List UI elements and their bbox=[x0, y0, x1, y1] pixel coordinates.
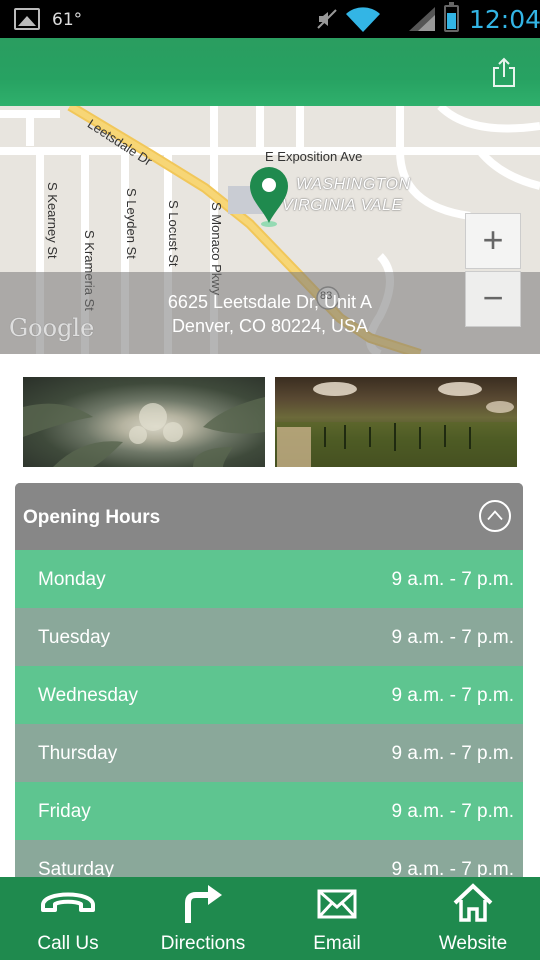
photo-plant-closeup[interactable] bbox=[23, 377, 265, 467]
battery-icon bbox=[444, 2, 459, 32]
collapse-chevron-icon[interactable] bbox=[479, 500, 511, 532]
hours-row-monday: Monday 9 a.m. - 7 p.m. bbox=[15, 550, 523, 608]
day-label: Thursday bbox=[38, 743, 118, 764]
screen: 61° 12:04 Leetsdale Dr E Exposition Ave … bbox=[0, 0, 540, 960]
call-us-label: Call Us bbox=[37, 933, 99, 954]
area-label-virginia-vale: VIRGINIA VALE bbox=[282, 197, 403, 214]
hours-row-wednesday: Wednesday 9 a.m. - 7 p.m. bbox=[15, 666, 523, 724]
zoom-out-button[interactable]: − bbox=[465, 271, 521, 327]
phone-icon bbox=[41, 892, 95, 912]
website-button[interactable]: Website bbox=[428, 877, 518, 960]
image-icon bbox=[14, 8, 40, 30]
time-label: 9 a.m. - 7 p.m. bbox=[391, 743, 514, 764]
envelope-icon bbox=[317, 889, 357, 919]
status-bar: 61° 12:04 bbox=[0, 0, 540, 38]
street-label-kearney: S Kearney St bbox=[45, 182, 60, 259]
street-label-locust: S Locust St bbox=[166, 200, 181, 267]
email-button[interactable]: Email bbox=[302, 877, 372, 960]
bottom-action-bar: Call Us Directions Email Website bbox=[0, 877, 540, 960]
clock: 12:04 bbox=[469, 5, 540, 34]
day-label: Monday bbox=[38, 569, 106, 590]
call-us-button[interactable]: Call Us bbox=[22, 877, 114, 960]
location-pin-icon[interactable] bbox=[249, 166, 289, 228]
directions-button[interactable]: Directions bbox=[150, 877, 256, 960]
opening-hours-header[interactable]: Opening Hours bbox=[15, 483, 523, 550]
day-label: Friday bbox=[38, 801, 91, 822]
app-bar bbox=[0, 38, 540, 106]
wifi-icon bbox=[346, 7, 380, 32]
home-icon bbox=[453, 883, 493, 922]
day-label: Wednesday bbox=[38, 685, 138, 706]
hours-list: Monday 9 a.m. - 7 p.m. Tuesday 9 a.m. - … bbox=[15, 550, 523, 883]
google-attribution-logo: Google bbox=[9, 314, 95, 342]
opening-hours-card: Opening Hours Monday 9 a.m. - 7 p.m. Tue… bbox=[15, 483, 523, 883]
time-label: 9 a.m. - 7 p.m. bbox=[391, 627, 514, 648]
map-view[interactable]: Leetsdale Dr E Exposition Ave S Kearney … bbox=[0, 106, 540, 354]
directions-label: Directions bbox=[160, 933, 246, 954]
photo-grow-room[interactable] bbox=[275, 377, 517, 467]
email-label: Email bbox=[313, 933, 361, 954]
zoom-in-button[interactable]: + bbox=[465, 213, 521, 269]
share-icon[interactable] bbox=[490, 56, 518, 88]
hours-row-friday: Friday 9 a.m. - 7 p.m. bbox=[15, 782, 523, 840]
street-label-exposition: E Exposition Ave bbox=[265, 149, 363, 164]
signal-icon bbox=[409, 7, 435, 31]
turn-right-arrow-icon bbox=[185, 885, 222, 923]
mute-icon bbox=[317, 9, 337, 29]
street-label-leyden: S Leyden St bbox=[124, 188, 139, 259]
hours-row-tuesday: Tuesday 9 a.m. - 7 p.m. bbox=[15, 608, 523, 666]
area-label-washington: WASHINGTON bbox=[296, 176, 411, 193]
hours-row-thursday: Thursday 9 a.m. - 7 p.m. bbox=[15, 724, 523, 782]
time-label: 9 a.m. - 7 p.m. bbox=[391, 685, 514, 706]
time-label: 9 a.m. - 7 p.m. bbox=[391, 801, 514, 822]
address-line-1: 6625 Leetsdale Dr, Unit A bbox=[167, 292, 373, 312]
time-label: 9 a.m. - 7 p.m. bbox=[391, 569, 514, 590]
website-label: Website bbox=[438, 933, 508, 954]
day-label: Tuesday bbox=[38, 627, 111, 648]
temperature: 61° bbox=[52, 10, 83, 30]
opening-hours-title: Opening Hours bbox=[23, 507, 161, 528]
